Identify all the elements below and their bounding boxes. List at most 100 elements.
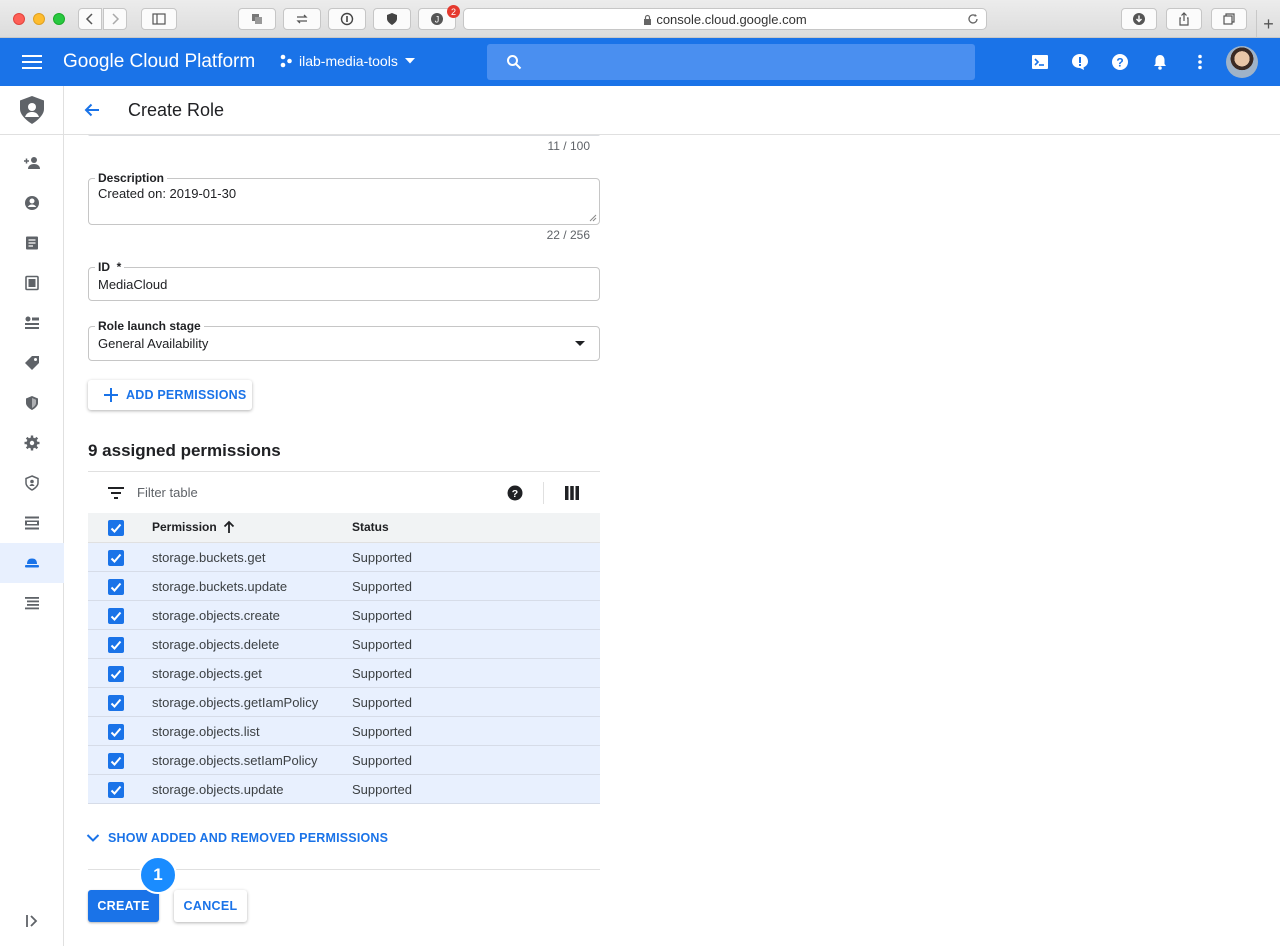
select-all-checkbox[interactable]	[108, 520, 124, 536]
table-row[interactable]: storage.buckets.get Supported	[88, 543, 600, 572]
reload-icon[interactable]	[966, 12, 980, 26]
address-bar[interactable]: console.cloud.google.com	[463, 8, 987, 30]
filter-icon[interactable]	[108, 487, 124, 499]
help-icon[interactable]: ?	[1111, 53, 1129, 71]
check-icon	[110, 640, 122, 650]
extension-button-4[interactable]	[373, 8, 411, 30]
search-input[interactable]	[487, 44, 975, 80]
permission-cell: storage.objects.getIamPolicy	[152, 695, 319, 710]
sidebar-toggle-button[interactable]	[141, 8, 177, 30]
rail-item-identity[interactable]	[0, 183, 64, 223]
add-permissions-button[interactable]: ADD PERMISSIONS	[88, 380, 252, 410]
title-field-edge[interactable]	[88, 134, 600, 136]
window-zoom-button[interactable]	[53, 13, 65, 25]
window-minimize-button[interactable]	[33, 13, 45, 25]
sidebar-icon	[152, 13, 166, 25]
feedback-icon[interactable]	[1071, 53, 1089, 71]
rail-item-audit-logs[interactable]	[0, 263, 64, 303]
iam-shield-logo-icon[interactable]	[19, 95, 45, 125]
row-checkbox[interactable]	[108, 550, 124, 566]
expand-rail-icon[interactable]	[24, 913, 40, 929]
rail-item-iam[interactable]	[0, 143, 64, 183]
avatar[interactable]	[1226, 46, 1258, 78]
rail-item-groups[interactable]	[0, 583, 64, 623]
permission-cell: storage.objects.create	[152, 608, 280, 623]
create-button[interactable]: CREATE	[88, 890, 159, 922]
row-checkbox[interactable]	[108, 753, 124, 769]
downloads-button[interactable]	[1121, 8, 1157, 30]
status-cell: Supported	[352, 637, 412, 652]
permission-column-header[interactable]: Permission	[152, 520, 235, 534]
row-checkbox[interactable]	[108, 579, 124, 595]
permission-cell: storage.buckets.update	[152, 579, 288, 594]
rail-item-labels[interactable]	[0, 343, 64, 383]
show-added-removed-label: SHOW ADDED AND REMOVED PERMISSIONS	[108, 831, 389, 845]
rail-item-settings[interactable]	[0, 423, 64, 463]
share-button[interactable]	[1166, 8, 1202, 30]
table-row[interactable]: storage.objects.setIamPolicy Supported	[88, 746, 600, 775]
new-tab-button[interactable]: +	[1256, 10, 1280, 38]
check-icon	[110, 523, 122, 533]
notifications-icon[interactable]	[1151, 53, 1169, 71]
id-label: ID *	[95, 260, 125, 274]
table-row[interactable]: storage.objects.list Supported	[88, 717, 600, 746]
rail-item-policy[interactable]	[0, 223, 64, 263]
document-icon	[26, 236, 38, 250]
extension-button-5[interactable]: J 2	[418, 5, 460, 30]
table-row[interactable]: storage.objects.get Supported	[88, 659, 600, 688]
table-row[interactable]: storage.objects.update Supported	[88, 775, 600, 804]
row-checkbox[interactable]	[108, 724, 124, 740]
rail-item-quotas[interactable]	[0, 503, 64, 543]
help-icon[interactable]: ?	[507, 485, 523, 501]
row-checkbox[interactable]	[108, 695, 124, 711]
cloud-shell-icon[interactable]	[1031, 53, 1049, 71]
rail-item-privacy[interactable]	[0, 463, 64, 503]
table-row[interactable]: storage.objects.delete Supported	[88, 630, 600, 659]
row-checkbox[interactable]	[108, 782, 124, 798]
extension-button-1[interactable]	[238, 8, 276, 30]
project-picker[interactable]: ilab-media-tools	[279, 53, 416, 69]
product-name[interactable]: Google Cloud Platform	[63, 51, 255, 73]
launch-stage-select[interactable]: Role launch stage General Availability	[88, 319, 600, 361]
status-cell: Supported	[352, 550, 412, 565]
person-add-icon	[24, 157, 40, 169]
gear-icon	[24, 435, 40, 451]
check-icon	[110, 553, 122, 563]
cancel-button[interactable]: CANCEL	[174, 890, 247, 922]
launch-stage-value: General Availability	[98, 336, 209, 351]
more-vert-icon[interactable]	[1191, 53, 1209, 71]
show-added-removed-toggle[interactable]: SHOW ADDED AND REMOVED PERMISSIONS	[86, 831, 388, 845]
resize-handle-icon[interactable]	[588, 213, 597, 222]
menu-icon[interactable]	[22, 55, 42, 69]
arrow-back-icon[interactable]	[83, 101, 101, 119]
chevron-right-icon	[112, 13, 120, 25]
table-row[interactable]: storage.buckets.update Supported	[88, 572, 600, 601]
extension-button-3[interactable]	[328, 8, 366, 30]
row-checkbox[interactable]	[108, 637, 124, 653]
assigned-permissions-heading: 9 assigned permissions	[88, 441, 281, 460]
row-checkbox[interactable]	[108, 608, 124, 624]
caret-down-icon	[575, 341, 585, 346]
arrow-up-icon	[223, 520, 234, 533]
row-checkbox[interactable]	[108, 666, 124, 682]
window-close-button[interactable]	[13, 13, 25, 25]
project-icon	[280, 54, 292, 68]
rail-item-roles[interactable]	[0, 543, 64, 583]
filter-input[interactable]: Filter table	[137, 485, 198, 500]
id-field[interactable]: ID * MediaCloud	[88, 260, 600, 301]
browser-forward-button[interactable]	[103, 8, 127, 30]
chevron-down-icon	[86, 834, 100, 842]
browser-back-button[interactable]	[78, 8, 102, 30]
table-row[interactable]: storage.objects.getIamPolicy Supported	[88, 688, 600, 717]
description-field[interactable]: Description Created on: 2019-01-30	[88, 171, 600, 225]
extension-button-2[interactable]	[283, 8, 321, 30]
column-display-icon[interactable]	[565, 486, 579, 500]
tabs-overview-button[interactable]	[1211, 8, 1247, 30]
account-circle-icon	[25, 196, 39, 210]
status-column-header[interactable]: Status	[352, 520, 389, 534]
check-icon	[110, 727, 122, 737]
table-row[interactable]: storage.objects.create Supported	[88, 601, 600, 630]
roles-hat-icon	[25, 558, 39, 568]
rail-item-security[interactable]	[0, 383, 64, 423]
rail-item-service-accounts[interactable]	[0, 303, 64, 343]
